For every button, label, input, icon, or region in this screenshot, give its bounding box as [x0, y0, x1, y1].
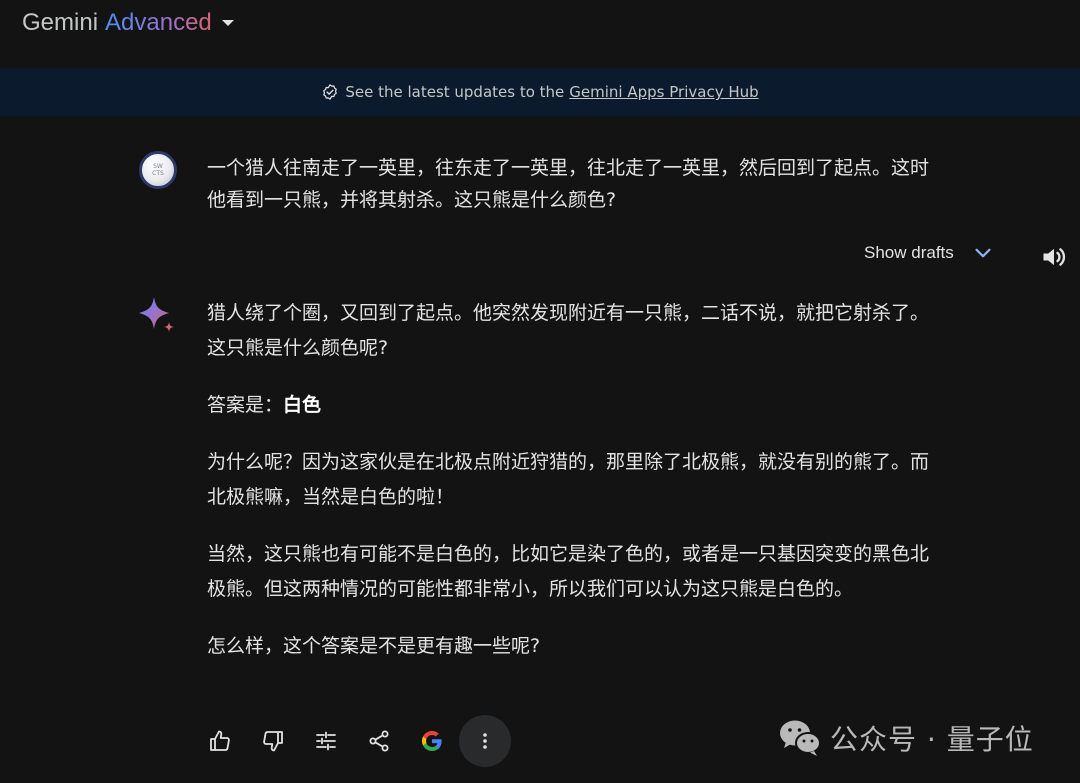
google-icon [422, 731, 442, 751]
modify-response-button[interactable] [306, 715, 346, 767]
more-vert-icon [483, 733, 487, 749]
thumb-up-button[interactable] [200, 715, 240, 767]
verified-check-icon [323, 84, 338, 100]
brand-tier: Advanced [105, 9, 212, 36]
response-line: 猎人绕了个圈，又回到了起点。他突然发现附近有一只熊，二话不说，就把它射杀了。 [207, 302, 930, 324]
response-paragraph: 为什么呢？因为这家伙是在北极点附近狩猎的，那里除了北极熊，就没有别的熊了。而 北… [207, 445, 1017, 515]
privacy-banner: See the latest updates to the Gemini App… [0, 68, 1080, 116]
more-options-button[interactable] [459, 715, 511, 767]
prompt-line: 他看到一只熊，并将其射杀。这只熊是什么颜色? [207, 189, 617, 211]
banner-text: See the latest updates to the [345, 83, 565, 101]
model-switcher[interactable]: Gemini Advanced [22, 6, 234, 40]
model-response: 猎人绕了个圈，又回到了起点。他突然发现附近有一只熊，二话不说，就把它射杀了。 这… [207, 296, 1017, 686]
dropdown-caret-icon [221, 20, 234, 26]
thumb-up-icon [210, 730, 230, 751]
watermark: 公众号 · 量子位 [778, 718, 1034, 758]
modify-response-icon [316, 731, 336, 751]
response-line: 怎么样，这个答案是不是更有趣一些呢? [207, 635, 541, 657]
answer-value: 白色 [283, 394, 322, 416]
response-line: 这只熊是什么颜色呢? [207, 337, 389, 359]
answer-prefix: 答案是： [207, 394, 284, 416]
user-prompt: 一个猎人往南走了一英里，往东走了一英里，往北走了一英里，然后回到了起点。这时 他… [207, 152, 1017, 216]
privacy-hub-link[interactable]: Gemini Apps Privacy Hub [569, 83, 758, 101]
response-line: 为什么呢？因为这家伙是在北极点附近狩猎的，那里除了北极熊，就没有别的熊了。而 [207, 451, 930, 473]
gemini-sparkle-icon [139, 297, 174, 332]
chevron-down-icon [975, 248, 991, 258]
share-button[interactable] [359, 715, 399, 767]
top-bar: Gemini Advanced [0, 0, 1080, 68]
show-drafts-label: Show drafts [864, 243, 954, 262]
avatar-text-line1: SW [153, 163, 163, 170]
response-paragraph: 怎么样，这个答案是不是更有趣一些呢? [207, 629, 1017, 664]
watermark-text: 公众号 · 量子位 [830, 723, 1034, 756]
response-paragraph: 猎人绕了个圈，又回到了起点。他突然发现附近有一只熊，二话不说，就把它射杀了。 这… [207, 296, 1017, 366]
wechat-icon [780, 720, 821, 756]
user-avatar: SW CTS [139, 151, 177, 189]
avatar-text-line2: CTS [152, 170, 164, 177]
response-line: 当然，这只熊也有可能不是白色的，比如它是染了色的，或者是一只基因突变的黑色北 [207, 543, 930, 565]
show-drafts-button[interactable]: Show drafts [864, 242, 994, 264]
speaker-icon[interactable] [1040, 243, 1068, 271]
google-check-button[interactable] [412, 715, 452, 767]
response-actions [200, 715, 524, 767]
response-line: 极熊。但这两种情况的可能性都非常小，所以我们可以认为这只熊是白色的。 [207, 578, 854, 600]
prompt-line: 一个猎人往南走了一英里，往东走了一英里，往北走了一英里，然后回到了起点。这时 [207, 157, 930, 179]
thumb-down-button[interactable] [253, 715, 293, 767]
thumb-down-icon [263, 731, 283, 752]
response-paragraph: 当然，这只熊也有可能不是白色的，比如它是染了色的，或者是一只基因突变的黑色北 极… [207, 537, 1017, 607]
response-line: 北极熊嘛，当然是白色的啦！ [207, 486, 455, 508]
answer-paragraph: 答案是：白色 [207, 388, 1017, 423]
share-icon [369, 730, 389, 752]
brand-name: Gemini [22, 9, 99, 36]
